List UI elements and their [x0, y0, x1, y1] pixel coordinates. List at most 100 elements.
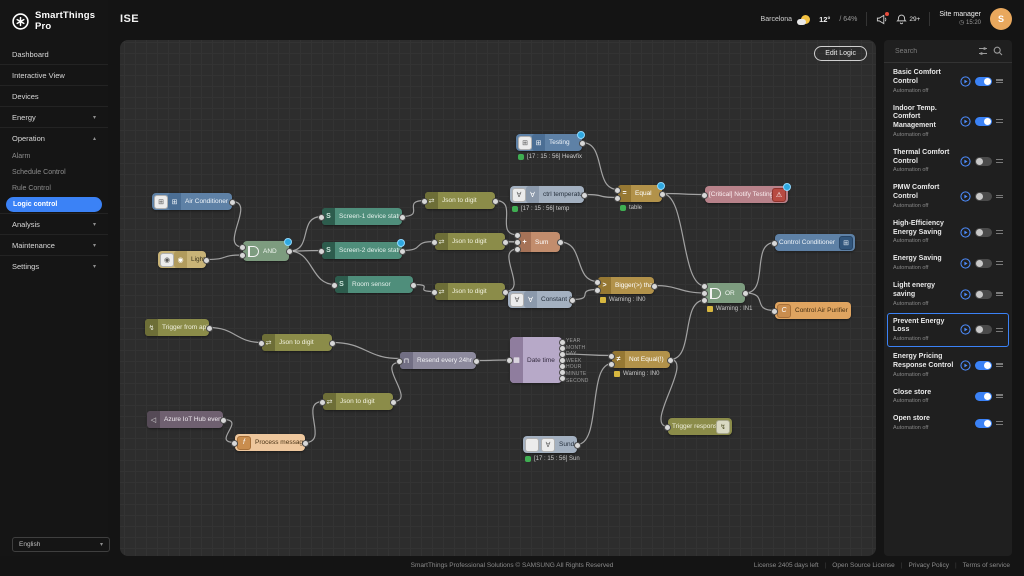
- sidebar-item-rule-control[interactable]: Rule Control: [0, 180, 108, 196]
- port-in[interactable]: [318, 214, 325, 221]
- rule-toggle[interactable]: [975, 228, 992, 237]
- port-in[interactable]: [239, 244, 246, 251]
- port-in[interactable]: [319, 399, 326, 406]
- port-out[interactable]: [502, 239, 509, 246]
- port-out[interactable]: [206, 325, 213, 332]
- node-testing[interactable]: ⊞⊞Testing: [516, 134, 582, 151]
- port-in[interactable]: [771, 240, 778, 247]
- node-equal[interactable]: =Equal: [618, 185, 662, 202]
- node-ctrltemp[interactable]: ∀∀ctrl temperature: [510, 186, 584, 203]
- port-in[interactable]: [396, 358, 403, 365]
- play-button[interactable]: [960, 258, 971, 269]
- drag-handle-icon[interactable]: [996, 261, 1003, 265]
- rule-item[interactable]: Energy SavingAutomation off: [887, 250, 1009, 276]
- port-out[interactable]: [667, 357, 674, 364]
- node-triggerresponse[interactable]: Trigger response↯: [668, 418, 732, 435]
- rule-item[interactable]: Basic Comfort ControlAutomation off: [887, 64, 1009, 99]
- logic-canvas[interactable]: ⊞⊞Air Conditioner◉◉LightANDSScreen-1 dev…: [120, 40, 876, 556]
- port-in[interactable]: [431, 239, 438, 246]
- announcement-button[interactable]: [876, 14, 887, 25]
- port-in[interactable]: [506, 357, 513, 364]
- port-in[interactable]: [421, 198, 428, 205]
- port-out[interactable]: [399, 248, 406, 255]
- sidebar-item-logic-control[interactable]: Logic control: [6, 197, 102, 212]
- user-profile[interactable]: Site manager ◷ 15:20: [939, 11, 981, 27]
- rule-toggle[interactable]: [975, 325, 992, 334]
- drag-handle-icon[interactable]: [996, 421, 1003, 425]
- drag-handle-icon[interactable]: [996, 292, 1003, 296]
- drag-handle-icon[interactable]: [996, 394, 1003, 398]
- rule-item[interactable]: Light energy savingAutomation off: [887, 277, 1009, 312]
- rule-toggle[interactable]: [975, 157, 992, 166]
- port-in[interactable]: [594, 287, 601, 294]
- port-in[interactable]: [514, 239, 521, 246]
- port-out[interactable]: [659, 191, 666, 198]
- port-out[interactable]: [229, 199, 236, 206]
- edit-logic-button[interactable]: Edit Logic: [814, 46, 867, 61]
- port-in[interactable]: [239, 252, 246, 259]
- node-json3[interactable]: ⇄Json to digit: [435, 283, 505, 300]
- port-out[interactable]: [651, 283, 658, 290]
- rule-toggle[interactable]: [975, 77, 992, 86]
- rule-toggle[interactable]: [975, 290, 992, 299]
- node-triggerapi[interactable]: ↯Trigger from api: [145, 319, 209, 336]
- rule-item[interactable]: Thermal Comfort ControlAutomation off: [887, 144, 1009, 179]
- rule-item[interactable]: Open storeAutomation off: [887, 410, 1009, 436]
- sidebar-item-settings[interactable]: Settings▾: [0, 255, 108, 276]
- port-in[interactable]: [514, 246, 521, 253]
- sidebar-item-operation[interactable]: Operation▴: [0, 127, 108, 148]
- port-in[interactable]: [771, 308, 778, 315]
- sidebar-item-alarm[interactable]: Alarm: [0, 148, 108, 164]
- filter-icon[interactable]: [978, 46, 988, 56]
- play-button[interactable]: [960, 324, 971, 335]
- language-select[interactable]: English ▾: [12, 537, 110, 552]
- node-room[interactable]: SRoom sensor: [335, 276, 413, 293]
- drag-handle-icon[interactable]: [996, 230, 1003, 234]
- port-out[interactable]: [399, 214, 406, 221]
- node-constant2[interactable]: ∀∀Constant 2: [508, 291, 572, 308]
- port-in[interactable]: [514, 232, 521, 239]
- port-in[interactable]: [701, 290, 708, 297]
- notifications-button[interactable]: 29+: [896, 14, 920, 25]
- play-button[interactable]: [960, 156, 971, 167]
- port-in[interactable]: [331, 282, 338, 289]
- drag-handle-icon[interactable]: [996, 79, 1003, 83]
- drag-handle-icon[interactable]: [996, 363, 1003, 367]
- sidebar-item-interactive-view[interactable]: Interactive View: [0, 64, 108, 85]
- node-resend[interactable]: ⊓Resend every 24hr: [400, 352, 476, 369]
- port-in[interactable]: [318, 248, 325, 255]
- port-in[interactable]: [614, 195, 621, 202]
- rule-toggle[interactable]: [975, 419, 992, 428]
- node-or[interactable]: OR: [705, 283, 745, 303]
- rule-toggle[interactable]: [975, 361, 992, 370]
- sidebar-item-schedule-control[interactable]: Schedule Control: [0, 164, 108, 180]
- node-purifier[interactable]: CControl Air Purifier: [775, 302, 851, 319]
- play-button[interactable]: [960, 191, 971, 202]
- play-button[interactable]: [960, 227, 971, 238]
- port-out[interactable]: [329, 340, 336, 347]
- sidebar-item-maintenance[interactable]: Maintenance▾: [0, 234, 108, 255]
- search-icon[interactable]: [993, 46, 1003, 56]
- node-sum[interactable]: +Sum: [518, 232, 560, 252]
- port-out[interactable]: [581, 192, 588, 199]
- port-in[interactable]: [701, 297, 708, 304]
- node-processmsg[interactable]: fProcess message: [235, 434, 305, 451]
- port-out[interactable]: [390, 399, 397, 406]
- port-out[interactable]: [559, 375, 566, 382]
- sidebar-item-energy[interactable]: Energy▾: [0, 106, 108, 127]
- rule-item[interactable]: Close storeAutomation off: [887, 384, 1009, 410]
- rule-item[interactable]: PMW Comfort ControlAutomation off: [887, 179, 1009, 214]
- port-out[interactable]: [410, 282, 417, 289]
- drag-handle-icon[interactable]: [996, 119, 1003, 123]
- port-out[interactable]: [203, 257, 210, 264]
- sidebar-item-devices[interactable]: Devices: [0, 85, 108, 106]
- search-input[interactable]: [893, 47, 973, 56]
- play-button[interactable]: [960, 76, 971, 87]
- play-button[interactable]: [960, 289, 971, 300]
- rule-toggle[interactable]: [975, 117, 992, 126]
- rule-item[interactable]: Indoor Temp. Comfort ManagementAutomatio…: [887, 100, 1009, 143]
- node-json5[interactable]: ⇄Json to digit: [323, 393, 393, 410]
- port-in[interactable]: [614, 187, 621, 194]
- play-button[interactable]: [960, 360, 971, 371]
- open-source-license-link[interactable]: Open Source License: [832, 562, 895, 569]
